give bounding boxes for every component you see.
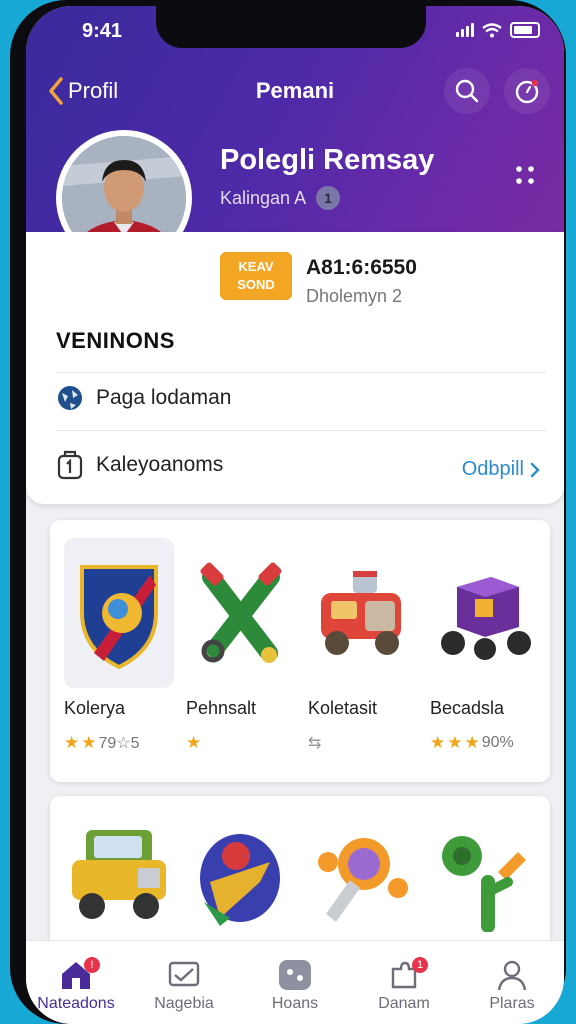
- item-rating: ★: [186, 733, 306, 753]
- gadget-icon[interactable]: [310, 822, 410, 937]
- tab-label: Plaras: [489, 995, 535, 1012]
- collection-item[interactable]: Becadsla ★ ★ ★ 90%: [430, 538, 550, 753]
- level-badge: KEAV SOND: [220, 252, 292, 300]
- item-rating: ★ ★ 79☆5: [64, 733, 184, 753]
- wrench-icon: [186, 538, 296, 688]
- emblem-icon[interactable]: [190, 822, 290, 937]
- collection-link-label: Odbpill: [461, 458, 524, 480]
- tab-nateadons[interactable]: ! Nateadons: [26, 955, 126, 1013]
- game-icon: [279, 960, 311, 990]
- bottom-tab-bar: ! Nateadons Nagebia Hoans 1 Danam Plaras: [26, 940, 564, 1024]
- star-icon: ★: [447, 733, 463, 752]
- notification-badge: !: [84, 957, 100, 973]
- player-name: Polegli Remsay: [220, 144, 435, 176]
- star-icon: ★: [186, 733, 202, 752]
- chevron-right-icon: [530, 462, 540, 477]
- plant-icon[interactable]: [428, 822, 538, 937]
- device-notch: [156, 6, 426, 48]
- player-subtitle: Kalingan A: [220, 187, 307, 208]
- item-rating: ⇆: [308, 733, 428, 753]
- row-label: Kaleyoanoms: [96, 453, 224, 476]
- star-icon: ★: [464, 733, 480, 752]
- tab-label: Nagebia: [154, 995, 214, 1012]
- star-icon: ★: [81, 733, 97, 752]
- message-icon: [168, 961, 200, 987]
- signal-icon: [456, 23, 474, 37]
- level-badge-line2: SOND: [237, 277, 275, 292]
- battery-icon: [510, 22, 540, 38]
- search-button[interactable]: [444, 68, 490, 114]
- rating-text: 90%: [481, 734, 514, 751]
- tab-hoans[interactable]: Hoans: [245, 955, 345, 1013]
- star-icon: ★: [430, 733, 446, 752]
- collection-item[interactable]: Kolerya ★ ★ 79☆5: [64, 538, 184, 753]
- item-label: Kolerya: [64, 698, 126, 718]
- row-kaleyoanoms[interactable]: Kaleyoanoms: [56, 450, 223, 480]
- collection-icon: [57, 450, 83, 480]
- player-stat-label: Dholemyn 2: [306, 286, 403, 306]
- collection-item[interactable]: Pehnsalt ★: [186, 538, 306, 753]
- rating-text: 79☆5: [98, 735, 140, 752]
- phone-frame: 9:41 Profil Pemani Polegli Remsay Kaling…: [10, 0, 566, 1024]
- item-label: Becadsla: [430, 698, 505, 718]
- status-time: 9:41: [82, 20, 123, 42]
- section-title: VENINONS: [56, 328, 175, 353]
- tab-label: Danam: [378, 995, 430, 1012]
- user-icon: [497, 960, 527, 991]
- item-label: Pehnsalt: [186, 698, 257, 718]
- tab-label: Hoans: [271, 995, 319, 1012]
- level-badge-line1: KEAV: [238, 259, 274, 274]
- collection-card: Kolerya ★ ★ 79☆5 Pehnsalt ★ Koletasit ⇆ …: [50, 520, 550, 782]
- timer-icon: [515, 79, 539, 104]
- shield-icon: [64, 538, 174, 688]
- row-label: Paga lodaman: [96, 386, 232, 409]
- truck-icon[interactable]: [64, 818, 174, 933]
- row-paga-lodaman[interactable]: Paga lodaman: [56, 384, 231, 412]
- collection-item[interactable]: Koletasit ⇆: [308, 538, 428, 753]
- cube-icon: [430, 538, 540, 688]
- player-subtitle-row: Kalingan A 1: [220, 186, 341, 210]
- notification-badge: 1: [412, 957, 428, 973]
- tab-danam[interactable]: 1 Danam: [354, 955, 454, 1013]
- tab-nagebia[interactable]: Nagebia: [134, 955, 234, 1013]
- tab-label: Nateadons: [37, 995, 115, 1012]
- timer-button[interactable]: [504, 68, 550, 114]
- status-indicators: [456, 22, 540, 38]
- tab-plaras[interactable]: Plaras: [462, 955, 562, 1013]
- more-options-button[interactable]: [514, 164, 536, 191]
- item-rating: ★ ★ ★ 90%: [430, 733, 550, 753]
- divider: [56, 372, 546, 373]
- globe-icon: [58, 386, 82, 410]
- car-icon: [308, 538, 418, 688]
- wifi-icon: [482, 22, 502, 37]
- star-icon: ★: [64, 733, 80, 752]
- swap-icon: ⇆: [308, 735, 322, 752]
- search-icon: [455, 79, 479, 103]
- more-icon: [516, 166, 534, 184]
- player-stat-value: A81:6:6550: [306, 256, 417, 279]
- collection-link[interactable]: Odbpill: [462, 458, 540, 481]
- app-screen: 9:41 Profil Pemani Polegli Remsay Kaling…: [26, 6, 564, 1024]
- item-label: Koletasit: [308, 698, 378, 718]
- subtitle-badge: 1: [316, 186, 341, 210]
- divider: [56, 430, 546, 431]
